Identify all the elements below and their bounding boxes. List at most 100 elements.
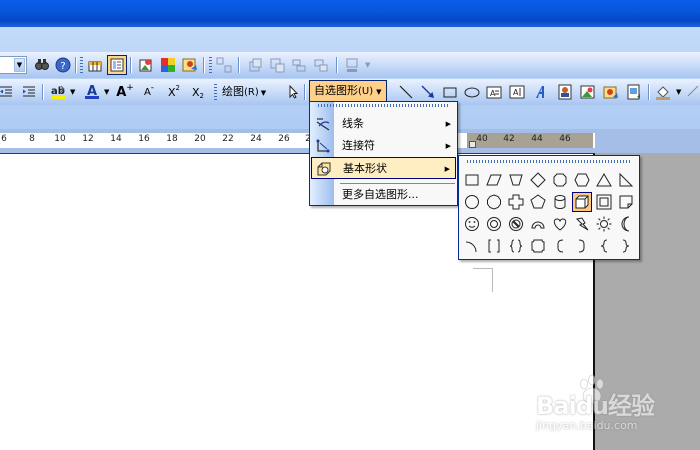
- ruler-tick: 16: [138, 134, 150, 144]
- rectangle-tool-icon[interactable]: [440, 82, 460, 102]
- chevron-down-icon[interactable]: ▼: [365, 52, 370, 78]
- insert-picture-icon[interactable]: [180, 55, 200, 75]
- arrow-tool-icon[interactable]: [418, 82, 438, 102]
- text-box-icon[interactable]: A: [484, 82, 504, 102]
- sun-shape-icon[interactable]: [594, 214, 614, 234]
- subscript-num: 2: [199, 92, 204, 100]
- right-brace-shape-icon[interactable]: [616, 236, 636, 256]
- hexagon-shape-icon[interactable]: [572, 170, 592, 190]
- menu-item-connectors[interactable]: 连接符 ▶: [311, 135, 456, 157]
- bevel-shape-icon[interactable]: [594, 192, 614, 212]
- submenu-arrow-icon: ▶: [444, 165, 450, 173]
- cube-shape-icon[interactable]: [572, 192, 592, 212]
- ruler-tick: 8: [29, 134, 35, 144]
- fill-color-icon[interactable]: [653, 82, 673, 102]
- svg-text:A: A: [513, 88, 519, 97]
- menu-drag-handle[interactable]: [318, 104, 450, 107]
- standard-toolbar: ▼ ? ▼: [0, 52, 700, 78]
- arc-shape-icon[interactable]: [462, 236, 482, 256]
- grow-font-button[interactable]: A +: [115, 82, 135, 102]
- diamond-shape-icon[interactable]: [528, 170, 548, 190]
- heart-shape-icon[interactable]: [550, 214, 570, 234]
- parallelogram-shape-icon[interactable]: [484, 170, 504, 190]
- right-bracket-shape-icon[interactable]: [572, 236, 592, 256]
- double-bracket-shape-icon[interactable]: [484, 236, 504, 256]
- lightning-shape-icon[interactable]: [572, 214, 592, 234]
- rectangle-shape-icon[interactable]: [462, 170, 482, 190]
- ruler-tick: 6: [1, 134, 7, 144]
- insert-picture-file-icon[interactable]: [624, 82, 644, 102]
- menu-item-more-autoshapes[interactable]: 更多自选图形...: [311, 184, 456, 206]
- palette-drag-handle[interactable]: [467, 160, 631, 163]
- svg-text:?: ?: [60, 61, 65, 72]
- bring-forward-icon[interactable]: [245, 55, 265, 75]
- basic-shapes-icon: [316, 161, 332, 177]
- right-indent-marker[interactable]: [469, 141, 476, 148]
- chevron-down-icon[interactable]: ▼: [104, 79, 109, 105]
- block-arc-shape-icon[interactable]: [528, 214, 548, 234]
- moon-shape-icon[interactable]: [616, 214, 636, 234]
- horizontal-ruler[interactable]: 6 8 10 12 14 16 18 20 22 24 26 2 40 42 4…: [0, 133, 595, 148]
- research-icon[interactable]: [32, 55, 52, 75]
- plaque-shape-icon[interactable]: [528, 236, 548, 256]
- no-symbol-shape-icon[interactable]: [506, 214, 526, 234]
- ruler-tick: 18: [166, 134, 178, 144]
- grow-font-label: A: [116, 84, 127, 100]
- menu-item-basic-shapes[interactable]: 基本形状 ▶: [311, 157, 456, 179]
- distribute-icon[interactable]: [311, 55, 331, 75]
- ruler-tick: 44: [531, 134, 543, 144]
- wordart-icon[interactable]: [531, 82, 551, 102]
- draw-menu-button[interactable]: 绘图(R) ▼: [222, 79, 266, 105]
- shape-fill-icon[interactable]: [342, 55, 362, 75]
- diagram-icon[interactable]: [555, 82, 575, 102]
- octagon-shape-icon[interactable]: [550, 170, 570, 190]
- subscript-button[interactable]: X2: [188, 82, 208, 102]
- increase-indent-icon[interactable]: [19, 82, 39, 102]
- cross-shape-icon[interactable]: [506, 192, 526, 212]
- font-color-icon[interactable]: A: [82, 82, 102, 102]
- triangle-shape-icon[interactable]: [594, 170, 614, 190]
- double-brace-shape-icon[interactable]: [506, 236, 526, 256]
- superscript-letter: X: [167, 85, 176, 99]
- zoom-combo[interactable]: ▼: [0, 56, 27, 74]
- oval-shape-icon[interactable]: [462, 192, 482, 212]
- document-map-icon[interactable]: [107, 55, 127, 75]
- autoshapes-menu-button[interactable]: 自选图形(U) ▼: [309, 80, 387, 102]
- shrink-font-button[interactable]: A-: [139, 82, 159, 102]
- ruler-tick: 42: [503, 134, 515, 144]
- left-brace-shape-icon[interactable]: [594, 236, 614, 256]
- chevron-down-icon[interactable]: ▼: [14, 58, 25, 72]
- autoshapes-accel: (U): [358, 86, 374, 97]
- chevron-down-icon[interactable]: ▼: [676, 79, 681, 105]
- help-icon[interactable]: ?: [53, 55, 73, 75]
- align-icon[interactable]: [289, 55, 309, 75]
- superscript-button[interactable]: X2: [164, 82, 184, 102]
- decagon-shape-icon[interactable]: [484, 192, 504, 212]
- insert-clipart-icon[interactable]: [578, 82, 598, 102]
- highlight-icon[interactable]: ab: [48, 82, 68, 102]
- ruler-tick: 10: [54, 134, 66, 144]
- group-icon[interactable]: [214, 55, 234, 75]
- can-shape-icon[interactable]: [550, 192, 570, 212]
- insert-picture-icon[interactable]: [601, 82, 621, 102]
- oval-tool-icon[interactable]: [462, 82, 482, 102]
- chevron-down-icon: ▼: [260, 89, 267, 97]
- insert-clipart-icon[interactable]: [136, 55, 156, 75]
- trapezoid-shape-icon[interactable]: [506, 170, 526, 190]
- folded-corner-shape-icon[interactable]: [616, 192, 636, 212]
- insert-table-icon[interactable]: [85, 55, 105, 75]
- decrease-indent-icon[interactable]: [0, 82, 16, 102]
- right-triangle-shape-icon[interactable]: [616, 170, 636, 190]
- menu-item-lines[interactable]: 线条 ▶: [311, 113, 456, 135]
- smiley-shape-icon[interactable]: [462, 214, 482, 234]
- chevron-down-icon[interactable]: ▼: [70, 79, 75, 105]
- send-backward-icon[interactable]: [267, 55, 287, 75]
- color-palette-icon[interactable]: [158, 55, 178, 75]
- pentagon-shape-icon[interactable]: [528, 192, 548, 212]
- line-color-icon[interactable]: [684, 82, 700, 102]
- vertical-text-box-icon[interactable]: A: [507, 82, 527, 102]
- donut-shape-icon[interactable]: [484, 214, 504, 234]
- line-tool-icon[interactable]: [396, 82, 416, 102]
- left-bracket-shape-icon[interactable]: [550, 236, 570, 256]
- select-objects-icon[interactable]: [283, 82, 303, 102]
